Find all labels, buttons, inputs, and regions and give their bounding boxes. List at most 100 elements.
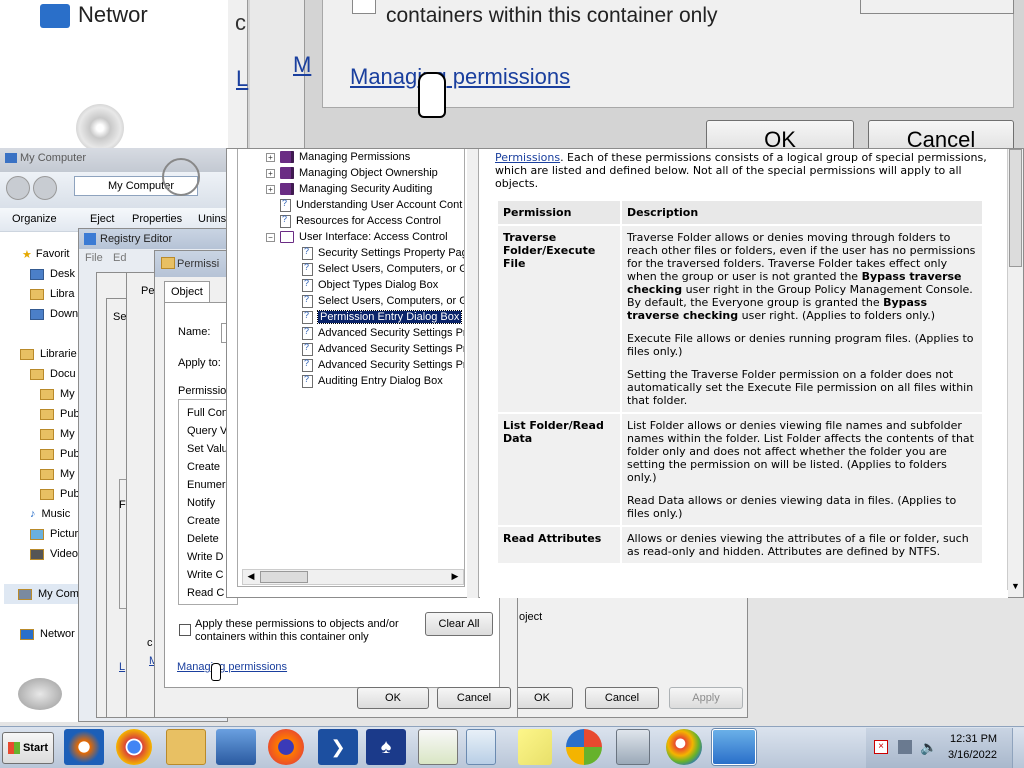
toolbar-properties[interactable]: Properties	[132, 213, 182, 225]
permissions-table: Permission Description Traverse Folder/E…	[496, 199, 984, 565]
toolbar-eject[interactable]: Eject	[90, 213, 114, 225]
expand-icon[interactable]: +	[266, 184, 275, 194]
perm-entry-title: Permissi	[177, 258, 220, 270]
permissions-link[interactable]: Permissions	[495, 151, 560, 164]
expand-icon[interactable]: +	[266, 152, 275, 162]
tree-item-advanced-security-3[interactable]: Advanced Security Settings Pr	[302, 357, 464, 373]
tree-item-select-users[interactable]: Select Users, Computers, or Gr	[302, 261, 464, 277]
menu-file[interactable]: File	[85, 252, 103, 264]
desc-list-folder: List Folder allows or denies viewing fil…	[622, 414, 982, 525]
show-desktop-button[interactable]	[1012, 728, 1024, 768]
scroll-thumb[interactable]	[260, 571, 308, 583]
explorer-folder-icon[interactable]	[166, 729, 206, 765]
scroll-left-icon[interactable]: ◀	[244, 571, 258, 583]
behind-apply-button[interactable]: Apply	[669, 687, 743, 709]
tree-item-security-auditing[interactable]: + Managing Security Auditing	[266, 181, 432, 197]
scroll-down-icon[interactable]: ▼	[1009, 581, 1022, 595]
toolbar-uninstall[interactable]: Unins	[198, 213, 226, 225]
nav-downloads[interactable]: Down	[30, 304, 78, 324]
tree-item-object-types[interactable]: Object Types Dialog Box	[302, 277, 438, 293]
nav-libraries[interactable]: Libra	[30, 284, 74, 304]
nav-item[interactable]: My	[40, 424, 75, 444]
menu-edit[interactable]: Ed	[113, 252, 126, 264]
behind-cancel-button[interactable]: Cancel	[585, 687, 659, 709]
desc-traverse: Traverse Folder allows or denies moving …	[622, 226, 982, 412]
open-book-icon	[280, 231, 294, 243]
nav-item[interactable]: Pub	[40, 444, 80, 464]
chrome-icon[interactable]	[116, 729, 152, 765]
paint-icon[interactable]	[666, 729, 702, 765]
firefox-icon[interactable]	[268, 729, 304, 765]
calculator-icon[interactable]	[616, 729, 650, 765]
cancel-button[interactable]: Cancel	[437, 687, 511, 709]
tree-item-permission-entry[interactable]: Permission Entry Dialog Box	[302, 309, 463, 325]
back-button[interactable]	[6, 176, 30, 200]
clock-date[interactable]: 3/16/2022	[948, 749, 997, 761]
registry-editor-icon[interactable]	[712, 729, 756, 765]
scroll-thumb[interactable]	[1009, 149, 1022, 267]
clear-all-button[interactable]: Clear All	[425, 612, 493, 636]
windows-flag-icon	[7, 742, 20, 754]
tree-item-advanced-security-2[interactable]: Advanced Security Settings Pr	[302, 341, 464, 357]
solitaire-icon[interactable]: ♠	[366, 729, 406, 765]
action-center-icon[interactable]: ×	[874, 740, 888, 754]
tab-object[interactable]: Object	[164, 281, 210, 303]
help-tree-pane: + Managing Permissions + Managing Object O…	[237, 149, 465, 587]
nav-videos[interactable]: Video	[30, 544, 78, 564]
nav-pictures[interactable]: Pictur	[30, 524, 78, 544]
start-button[interactable]: Start	[2, 732, 54, 764]
chart-app-icon[interactable]	[418, 729, 458, 765]
name-label: Name:	[178, 326, 211, 338]
tree-item-select-users-2[interactable]: Select Users, Computers, or Gr	[302, 293, 464, 309]
help-page-icon	[302, 358, 313, 372]
media-player-icon[interactable]	[64, 729, 104, 765]
tree-item-managing-permissions[interactable]: + Managing Permissions	[266, 149, 410, 165]
document-icon[interactable]	[466, 729, 496, 765]
network-monitor-icon[interactable]	[216, 729, 256, 765]
tree-item-security-settings[interactable]: Security Settings Property Pag	[302, 245, 464, 261]
desc-read-attributes: Allows or denies viewing the attributes …	[622, 527, 982, 563]
nav-documents[interactable]: Docu	[30, 364, 76, 384]
table-row: List Folder/Read Data List Folder allows…	[498, 414, 982, 525]
zoom-checkbox-text: containers within this container only	[386, 4, 718, 27]
zoom-ok-button: OK	[706, 120, 854, 148]
apply-checkbox[interactable]	[179, 624, 191, 636]
network-tray-icon[interactable]	[898, 740, 912, 754]
tree-item-auditing-entry[interactable]: Auditing Entry Dialog Box	[302, 373, 443, 389]
nav-item[interactable]: Pub	[40, 404, 80, 424]
forward-button[interactable]	[33, 176, 57, 200]
apply-checkbox-label: Apply these permissions to objects and/o…	[195, 618, 399, 643]
book-icon	[280, 183, 294, 195]
behind-ok-button[interactable]: OK	[511, 687, 573, 709]
toolbar-organize[interactable]: Organize	[12, 213, 57, 225]
expand-icon[interactable]: +	[266, 168, 275, 178]
pane-splitter[interactable]	[467, 149, 479, 598]
nav-libraries-root[interactable]: Librarie	[20, 344, 77, 364]
nav-item[interactable]: My	[40, 384, 75, 404]
scroll-right-icon[interactable]: ▶	[448, 571, 462, 583]
tree-item-advanced-security-1[interactable]: Advanced Security Settings Pr	[302, 325, 464, 341]
nav-item[interactable]: Pub	[40, 484, 80, 504]
collapse-icon[interactable]: −	[266, 232, 275, 242]
col-description: Description	[622, 201, 982, 224]
help-page-icon	[302, 374, 313, 388]
tree-item-user-interface[interactable]: − User Interface: Access Control	[266, 229, 448, 245]
nav-item[interactable]: My	[40, 464, 75, 484]
nav-favorites[interactable]: ★ Favorit	[22, 244, 70, 264]
tree-item-uac[interactable]: Understanding User Account Cont	[280, 197, 462, 213]
ok-button[interactable]: OK	[357, 687, 429, 709]
cd-icon	[76, 104, 124, 148]
tree-item-resources[interactable]: Resources for Access Control	[280, 213, 441, 229]
powershell-icon[interactable]: ❯	[318, 729, 358, 765]
tree-item-object-ownership[interactable]: + Managing Object Ownership	[266, 165, 438, 181]
registry-title: Registry Editor	[100, 233, 173, 245]
managing-permissions-link[interactable]: Managing permissions	[177, 661, 287, 673]
windows-logo-icon[interactable]	[566, 729, 602, 765]
volume-icon[interactable]: 🔈	[920, 739, 937, 756]
nav-music[interactable]: ♪ Music	[30, 504, 70, 524]
help-page-icon	[302, 294, 313, 308]
sticky-notes-icon[interactable]	[518, 729, 552, 765]
nav-network[interactable]: Networ	[20, 624, 75, 644]
nav-desktop[interactable]: Desk	[30, 264, 75, 284]
clock-time[interactable]: 12:31 PM	[950, 733, 997, 745]
